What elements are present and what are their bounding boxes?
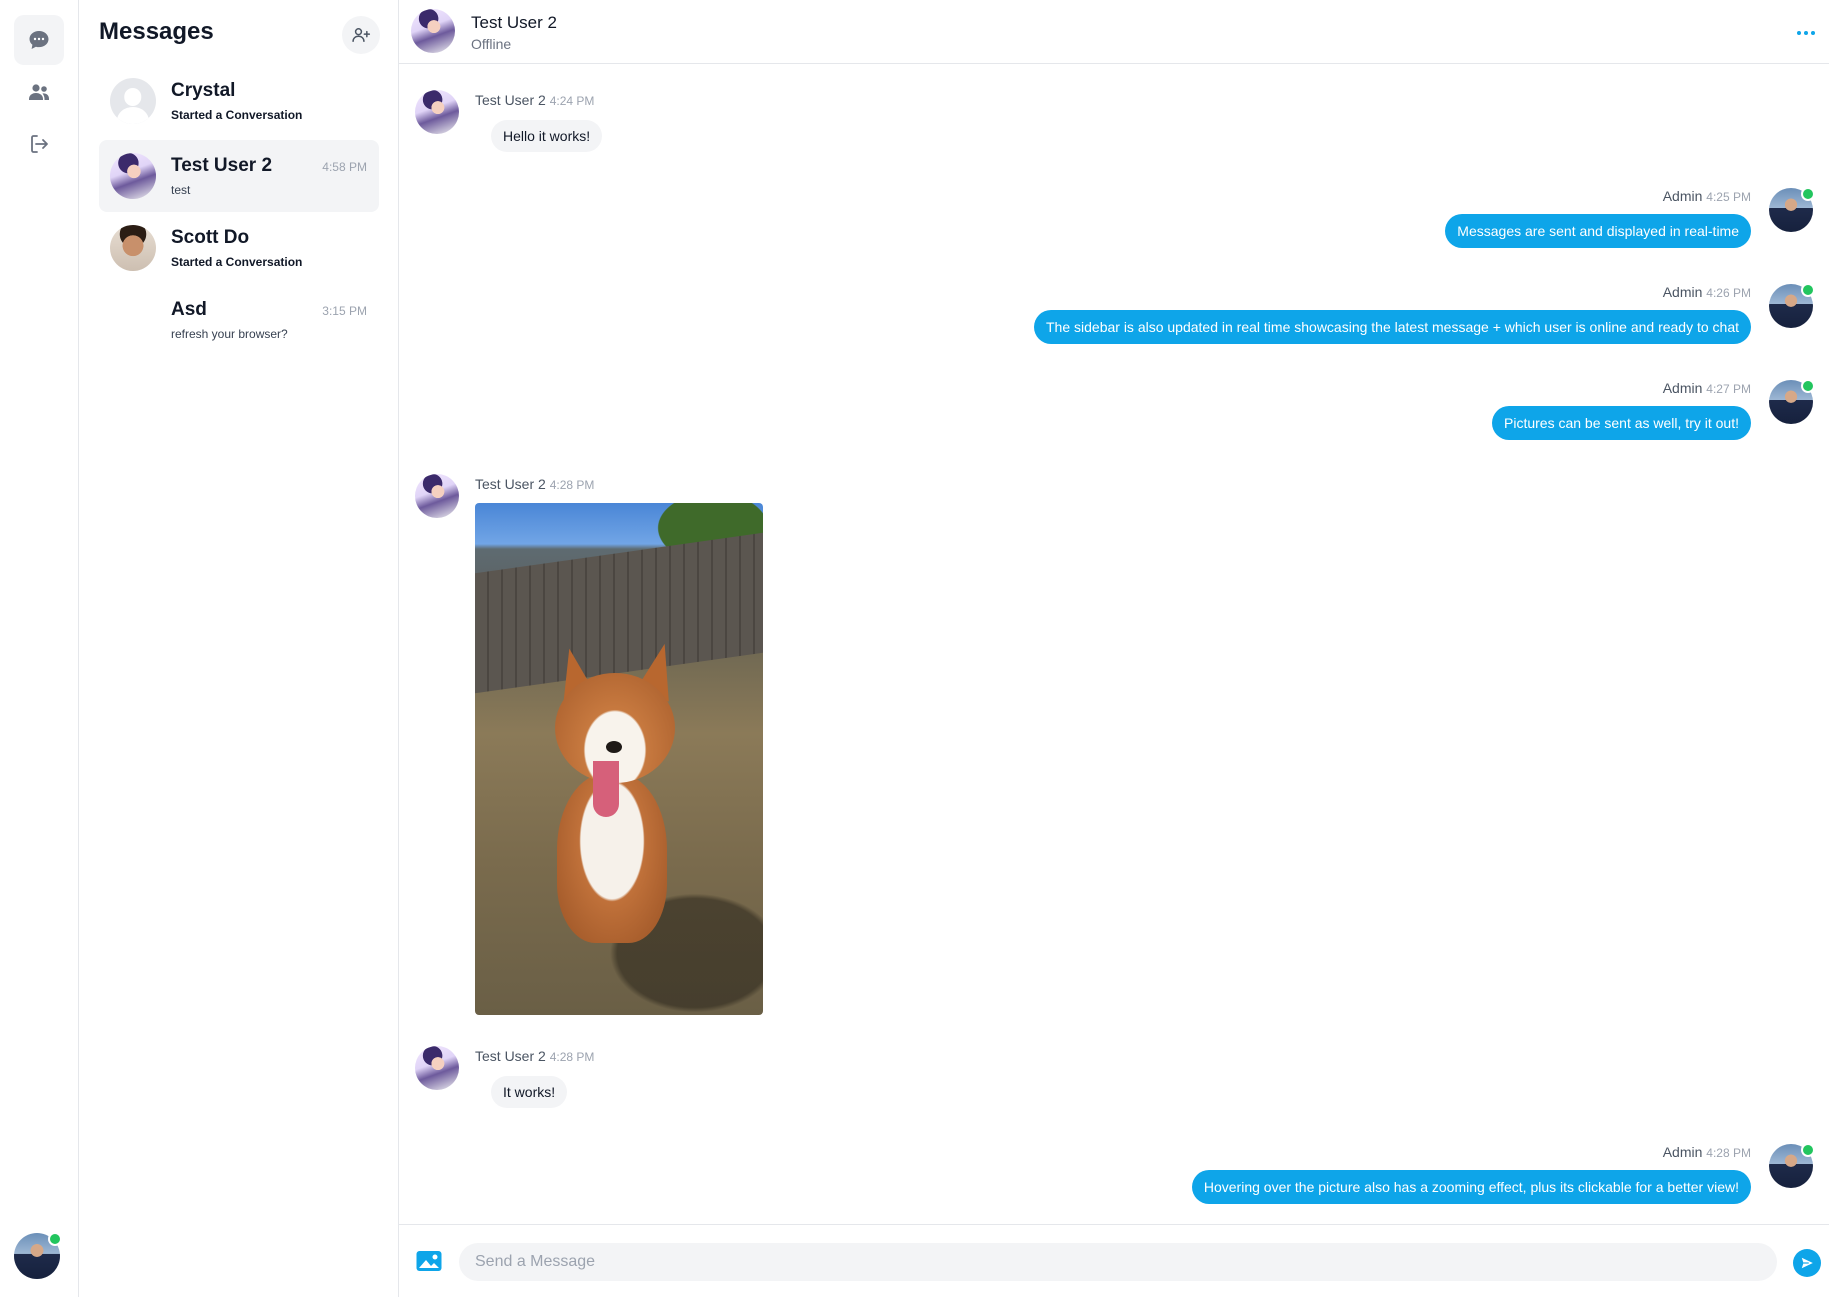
message-meta: Test User 2 4:28 PM [475, 1048, 594, 1064]
conversation-name: Scott Do [171, 227, 250, 248]
logout-icon [31, 135, 48, 153]
incoming-message: Test User 2 4:24 PM Hello it works! [415, 90, 815, 160]
conversation-time: 4:58 PM [322, 160, 367, 174]
message-meta: Test User 2 4:24 PM [475, 92, 594, 108]
incoming-message: Test User 2 4:28 PM It works! [415, 1046, 815, 1116]
image-icon [416, 1251, 442, 1271]
online-indicator [48, 1232, 62, 1246]
sender-name: Test User 2 [475, 1048, 546, 1064]
conversation-preview: test [171, 183, 191, 197]
conversation-name: Asd [171, 299, 207, 320]
chat-avatar[interactable] [411, 9, 455, 53]
conversation-name: Test User 2 [171, 155, 273, 176]
message-meta: Test User 2 4:28 PM [475, 476, 594, 492]
more-options-button[interactable] [1791, 18, 1821, 48]
sidebar-title: Messages [99, 18, 214, 45]
message-time: 4:28 PM [549, 478, 595, 492]
dog-tongue [593, 761, 619, 817]
add-contact-button[interactable] [342, 16, 380, 54]
sender-avatar [1769, 283, 1815, 328]
message-bubble: Hovering over the picture also has a zoo… [1191, 1170, 1751, 1204]
group-avatar [108, 295, 156, 343]
message-bubble: The sidebar is also updated in real time… [1034, 310, 1751, 344]
message-meta: Admin 4:27 PM [1663, 380, 1751, 396]
message-time: 4:26 PM [1706, 286, 1751, 300]
sender-avatar [415, 90, 459, 134]
sender-name: Test User 2 [475, 92, 546, 108]
message-composer [399, 1224, 1829, 1297]
outgoing-message: Admin 4:27 PM Pictures can be sent as we… [799, 378, 1815, 448]
sender-avatar [1769, 379, 1815, 424]
sender-name: Admin [1662, 188, 1703, 204]
message-bubble: Messages are sent and displayed in real-… [1445, 214, 1751, 248]
more-dot [1811, 31, 1815, 35]
message-meta: Admin 4:25 PM [1663, 188, 1751, 204]
conversation-preview: Started a Conversation [171, 108, 303, 122]
chats-nav-button[interactable] [14, 15, 64, 65]
online-indicator [1801, 187, 1815, 201]
dog-nose [606, 741, 622, 753]
chat-panel: Test User 2 Offline Test User 2 4:24 PM … [399, 0, 1829, 1297]
conversation-preview: Started a Conversation [171, 255, 303, 269]
message-time: 4:27 PM [1706, 382, 1751, 396]
conversation-name: Crystal [171, 80, 236, 101]
more-dots-icon [1797, 31, 1801, 35]
chat-status: Offline [471, 36, 512, 52]
chat-title: Test User 2 [471, 13, 557, 32]
current-user-avatar[interactable] [14, 1232, 62, 1279]
chat-bubble-icon [29, 31, 49, 49]
sender-avatar [415, 1046, 459, 1090]
message-time: 4:28 PM [1706, 1146, 1751, 1160]
avatar [110, 225, 156, 271]
online-indicator [1801, 283, 1815, 297]
message-time: 4:25 PM [1706, 190, 1751, 204]
conversation-preview: refresh your browser? [171, 327, 288, 341]
sender-name: Admin [1662, 284, 1703, 300]
send-icon [1801, 1257, 1813, 1269]
nav-rail [0, 0, 79, 1297]
user-plus-icon [352, 28, 371, 42]
contacts-nav-button[interactable] [14, 67, 64, 117]
online-indicator [1801, 1143, 1815, 1157]
conversation-time: 3:15 PM [322, 304, 367, 318]
message-meta: Admin 4:28 PM [1663, 1144, 1751, 1160]
message-time: 4:28 PM [549, 1050, 595, 1064]
message-time: 4:24 PM [549, 94, 595, 108]
message-bubble: Pictures can be sent as well, try it out… [1492, 406, 1751, 440]
avatar [110, 78, 156, 124]
conversation-item[interactable]: Test User 2 test 4:58 PM [99, 140, 379, 212]
sender-name: Test User 2 [475, 476, 546, 492]
sender-avatar [1769, 187, 1815, 232]
avatar [110, 153, 156, 199]
sender-avatar [1769, 1143, 1815, 1188]
outgoing-message: Admin 4:26 PM The sidebar is also update… [799, 282, 1815, 352]
conversation-sidebar: Messages Crystal Started a Conversation … [79, 0, 399, 1297]
message-bubble: It works! [491, 1076, 568, 1108]
chat-header: Test User 2 Offline [399, 0, 1829, 64]
sender-avatar [415, 474, 459, 518]
corgi-photo[interactable] [475, 503, 763, 1015]
sender-name: Admin [1662, 380, 1703, 396]
sender-name: Admin [1662, 1144, 1703, 1160]
send-button[interactable] [1793, 1249, 1821, 1277]
logout-nav-button[interactable] [14, 119, 64, 169]
photo-fence [475, 532, 763, 694]
outgoing-message: Admin 4:28 PM Hovering over the picture … [799, 1142, 1815, 1212]
conversation-item[interactable]: Asd refresh your browser? 3:15 PM [99, 284, 379, 356]
conversation-item[interactable]: Crystal Started a Conversation [99, 65, 379, 137]
attach-image-button[interactable] [415, 1249, 443, 1273]
users-icon [29, 84, 49, 100]
message-bubble: Hello it works! [491, 120, 603, 152]
more-dot [1804, 31, 1808, 35]
conversation-item[interactable]: Scott Do Started a Conversation [99, 212, 379, 284]
outgoing-message: Admin 4:25 PM Messages are sent and disp… [799, 186, 1815, 256]
message-input[interactable] [459, 1243, 1777, 1281]
online-indicator [1801, 379, 1815, 393]
message-meta: Admin 4:26 PM [1663, 284, 1751, 300]
